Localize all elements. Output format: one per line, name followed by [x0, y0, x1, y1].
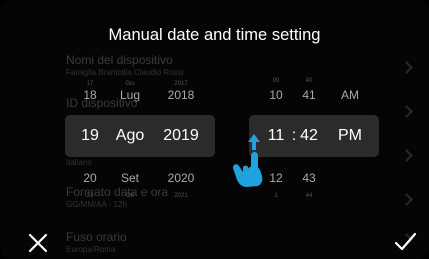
- time-hour-option[interactable]: 10: [263, 88, 289, 102]
- close-icon: [28, 233, 48, 253]
- time-ampm-selected[interactable]: PM: [332, 127, 368, 145]
- bg-setting-label: Fuso orario: [66, 230, 127, 244]
- date-month-option[interactable]: Ott: [118, 193, 142, 199]
- bg-setting-label: Nomi del dispositivo: [66, 53, 173, 67]
- bg-setting-device-names: Nomi del dispositivo Famiglia Brambilla …: [66, 53, 411, 77]
- time-ampm-option[interactable]: AM: [334, 88, 366, 102]
- date-year-option[interactable]: 2021: [167, 193, 195, 199]
- date-year-selected[interactable]: 2019: [157, 127, 205, 145]
- confirm-button[interactable]: [391, 229, 421, 259]
- time-hour-option[interactable]: 1: [266, 193, 286, 199]
- date-day-option[interactable]: 21: [80, 193, 100, 199]
- bg-setting-value: Famiglia Brambilla Claudio Rossi: [66, 68, 184, 77]
- bg-setting-value: Europa/Roma: [66, 245, 116, 254]
- date-day-option[interactable]: 20: [77, 171, 103, 185]
- date-month-selected[interactable]: Ago: [110, 127, 150, 145]
- date-day-option[interactable]: 17: [80, 81, 100, 87]
- date-month-option[interactable]: Giu: [118, 81, 142, 87]
- date-month-option[interactable]: Lug: [113, 88, 147, 102]
- date-year-option[interactable]: 2017: [167, 81, 195, 87]
- date-year-option[interactable]: 2018: [161, 88, 201, 102]
- date-day-selected[interactable]: 19: [75, 127, 105, 145]
- cancel-button[interactable]: [23, 229, 53, 259]
- bg-setting-timezone: Fuso orario Europa/Roma: [66, 230, 411, 254]
- bg-setting-value: GG/MM/AA - 12h: [66, 200, 127, 209]
- date-month-option[interactable]: Set: [113, 171, 147, 185]
- time-minute-selected[interactable]: 42: [294, 127, 324, 145]
- check-icon: [394, 232, 417, 251]
- date-day-option[interactable]: 18: [77, 88, 103, 102]
- time-minute-option[interactable]: 40: [299, 78, 319, 84]
- datetime-dialog-screen: Nomi del dispositivo Famiglia Brambilla …: [0, 0, 429, 259]
- dialog-title: Manual date and time setting: [108, 26, 321, 44]
- tap-swipe-hand-icon: [233, 134, 263, 187]
- time-minute-option[interactable]: 41: [296, 88, 322, 102]
- time-minute-option[interactable]: 43: [296, 171, 322, 185]
- date-year-option[interactable]: 2020: [161, 171, 201, 185]
- time-hour-option[interactable]: 09: [266, 78, 286, 84]
- time-minute-option[interactable]: 44: [299, 193, 319, 199]
